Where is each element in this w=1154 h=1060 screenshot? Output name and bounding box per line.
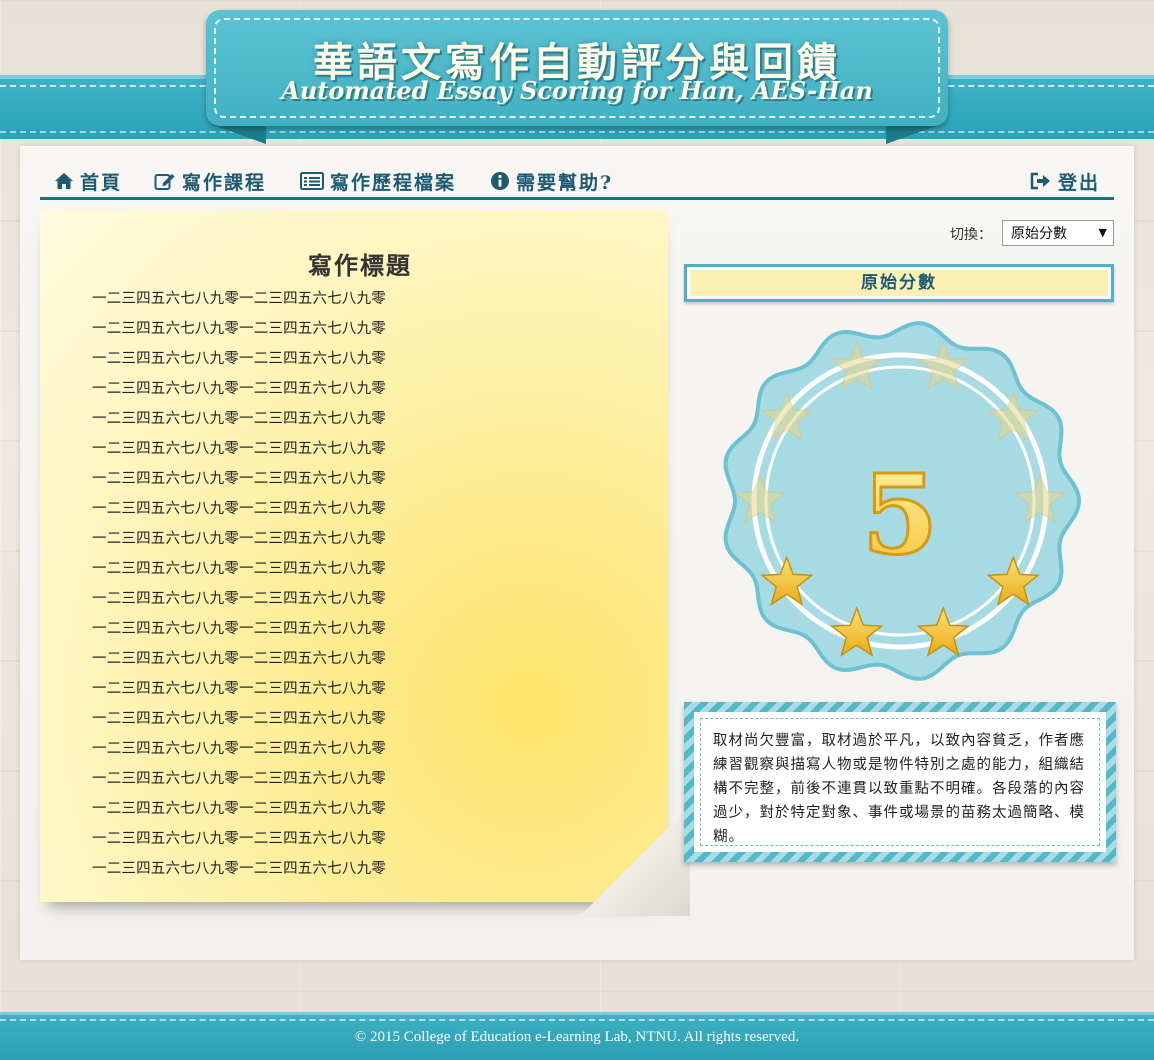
essay-line: 一二三四五六七八九零一二三四五六七八九零 [92, 861, 386, 877]
main-panel: 首頁 寫作課程 寫作歷程檔案 需要幫助? 登出 切換： 原始分數 ▼ 寫作標題 … [20, 146, 1134, 960]
switch-label: 切換： [950, 227, 992, 243]
footer: © 2015 College of Education e-Learning L… [0, 1012, 1154, 1060]
nav-help-label: 需要幫助? [516, 171, 614, 194]
nav-portfolio-label: 寫作歷程檔案 [330, 171, 457, 194]
site-subtitle: Automated Essay Scoring for Han, AES-Han [281, 76, 873, 105]
essay-line: 一二三四五六七八九零一二三四五六七八九零 [92, 291, 386, 307]
essay-line: 一二三四五六七八九零一二三四五六七八九零 [92, 381, 386, 397]
nav-writing-course-label: 寫作課程 [182, 171, 267, 194]
essay-body: 一二三四五六七八九零一二三四五六七八九零 一二三四五六七八九零一二三四五六七八九零… [92, 284, 386, 884]
main-nav: 首頁 寫作課程 寫作歷程檔案 需要幫助? 登出 [40, 166, 1114, 200]
edit-icon [154, 171, 176, 191]
essay-line: 一二三四五六七八九零一二三四五六七八九零 [92, 531, 386, 547]
essay-line: 一二三四五六七八九零一二三四五六七八九零 [92, 681, 386, 697]
score-type-select[interactable]: 原始分數 ▼ [1002, 220, 1114, 246]
essay-line: 一二三四五六七八九零一二三四五六七八九零 [92, 801, 386, 817]
nav-home[interactable]: 首頁 [54, 168, 122, 194]
essay-line: 一二三四五六七八九零一二三四五六七八九零 [92, 471, 386, 487]
feedback-box: 取材尚欠豐富，取材過於平凡，以致內容貧乏，作者應練習觀察與描寫人物或是物件特別之… [684, 702, 1116, 862]
nav-help[interactable]: 需要幫助? [490, 168, 613, 194]
essay-sticky-note: 寫作標題 一二三四五六七八九零一二三四五六七八九零 一二三四五六七八九零一二三四五… [40, 210, 668, 902]
essay-line: 一二三四五六七八九零一二三四五六七八九零 [92, 351, 386, 367]
home-icon [54, 172, 74, 190]
essay-line: 一二三四五六七八九零一二三四五六七八九零 [92, 711, 386, 727]
ribbon-fold-left [210, 124, 266, 144]
footer-copyright: © 2015 College of Education e-Learning L… [354, 1029, 800, 1045]
score-badge-graphic: 5 [723, 321, 1082, 681]
nav-home-label: 首頁 [80, 171, 123, 194]
essay-line: 一二三四五六七八九零一二三四五六七八九零 [92, 441, 386, 457]
essay-line: 一二三四五六七八九零一二三四五六七八九零 [92, 321, 386, 337]
logout-button[interactable]: 登出 [1030, 168, 1100, 194]
essay-line: 一二三四五六七八九零一二三四五六七八九零 [92, 561, 386, 577]
essay-line: 一二三四五六七八九零一二三四五六七八九零 [92, 741, 386, 757]
nav-portfolio[interactable]: 寫作歷程檔案 [300, 168, 456, 194]
score-badge: 5 [714, 318, 1086, 684]
ribbon-fold-right [886, 124, 942, 144]
nav-writing-course[interactable]: 寫作課程 [154, 168, 266, 194]
essay-line: 一二三四五六七八九零一二三四五六七八九零 [92, 651, 386, 667]
score-type-selected: 原始分數 [1011, 226, 1067, 242]
essay-line: 一二三四五六七八九零一二三四五六七八九零 [92, 771, 386, 787]
sign-out-icon [1030, 172, 1052, 190]
score-heading: 原始分數 [690, 270, 1108, 296]
feedback-text: 取材尚欠豐富，取材過於平凡，以致內容貧乏，作者應練習觀察與描寫人物或是物件特別之… [700, 718, 1100, 846]
essay-line: 一二三四五六七八九零一二三四五六七八九零 [92, 411, 386, 427]
info-icon [490, 171, 510, 191]
feedback-inner: 取材尚欠豐富，取材過於平凡，以致內容貧乏，作者應練習觀察與描寫人物或是物件特別之… [694, 712, 1106, 852]
score-heading-box: 原始分數 [684, 264, 1114, 302]
essay-title: 寫作標題 [308, 251, 412, 280]
essay-line: 一二三四五六七八九零一二三四五六七八九零 [92, 591, 386, 607]
dropdown-arrow-icon: ▼ [1098, 226, 1107, 239]
essay-line: 一二三四五六七八九零一二三四五六七八九零 [92, 621, 386, 637]
logout-label: 登出 [1058, 171, 1101, 194]
list-icon [300, 172, 324, 190]
essay-line: 一二三四五六七八九零一二三四五六七八九零 [92, 831, 386, 847]
essay-line: 一二三四五六七八九零一二三四五六七八九零 [92, 501, 386, 517]
header-banner: 華語文寫作自動評分與回饋 Automated Essay Scoring for… [206, 10, 948, 126]
score-value: 5 [862, 450, 939, 579]
